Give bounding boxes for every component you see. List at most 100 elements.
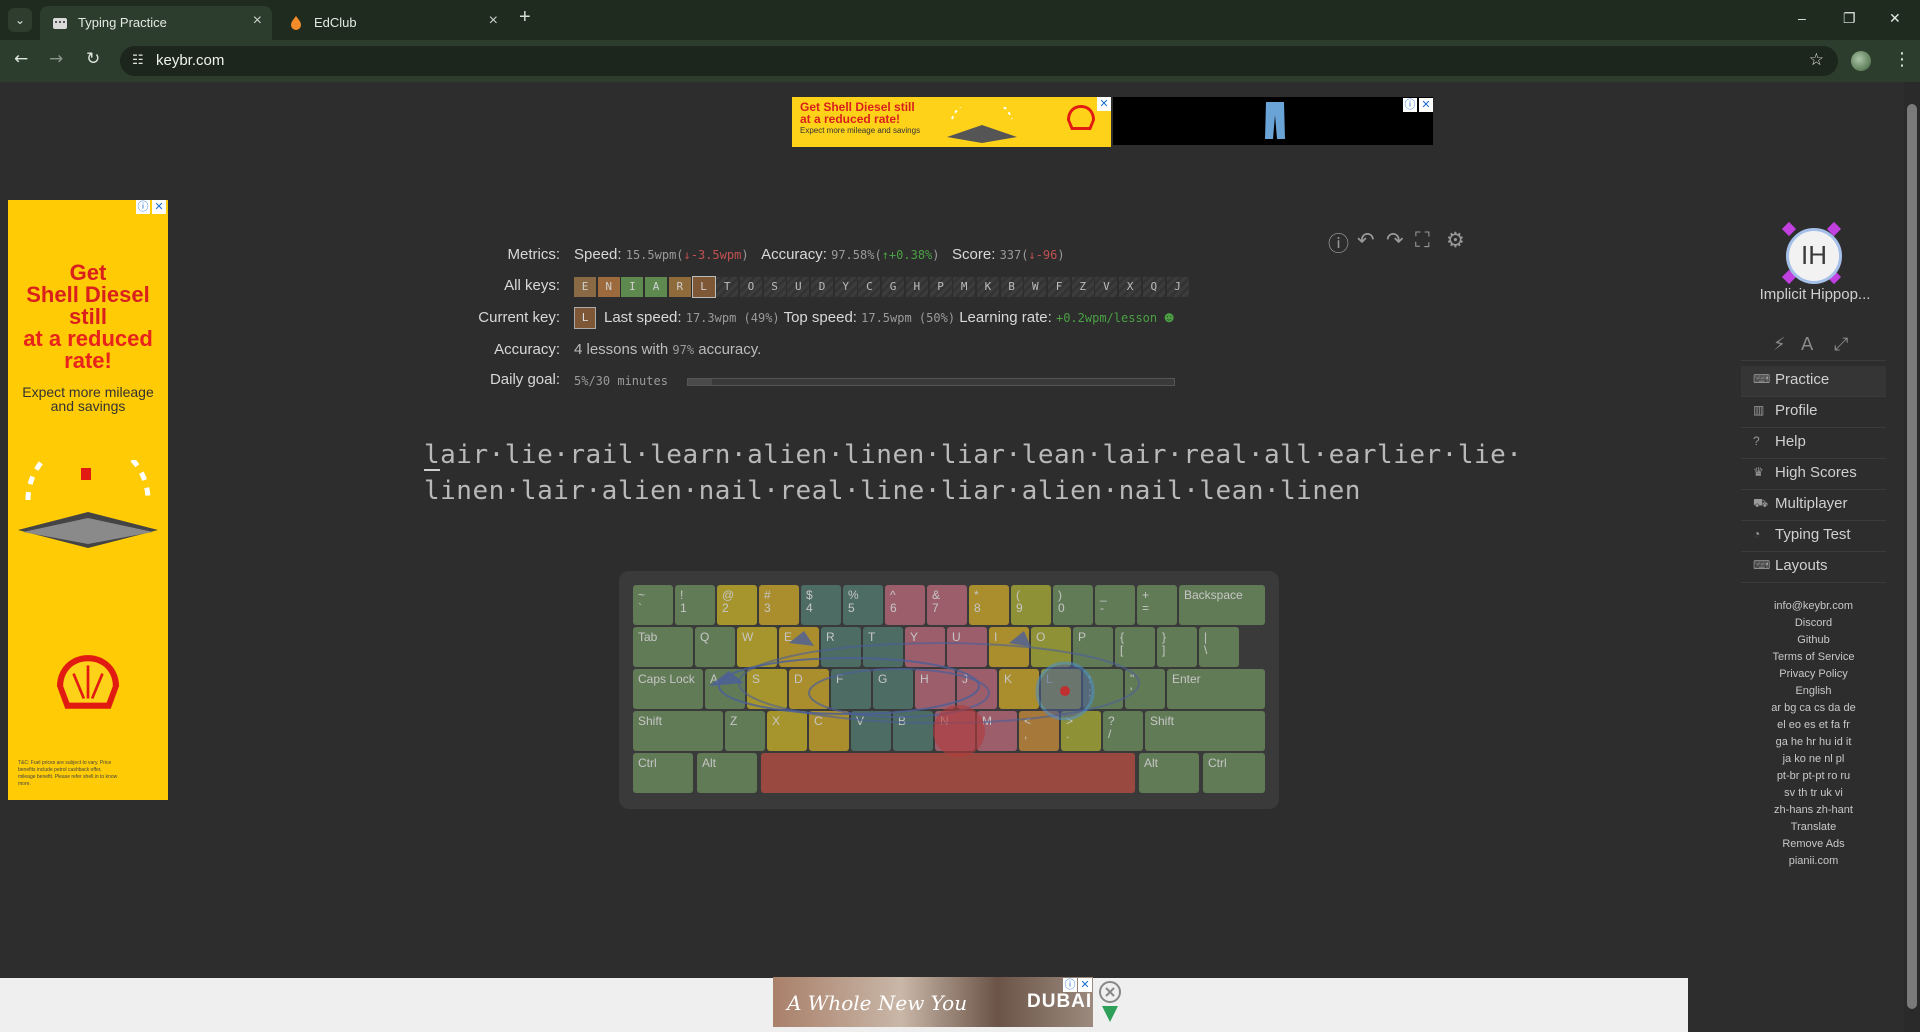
help-icon[interactable]: ⓘ [1328,228,1349,258]
tab-title: Typing Practice [78,15,167,30]
speed-label: Speed: [574,246,622,263]
url-text[interactable]: keybr.com [156,52,224,69]
key-q: Q [1142,277,1165,297]
footer-link[interactable]: English [1741,685,1886,697]
bookmark-star-icon[interactable]: ☆ [1809,50,1824,70]
maximize-button[interactable]: ❐ [1843,10,1856,27]
sidebar-item-practice[interactable]: ⌨ Practice [1741,366,1886,397]
sidebar-item-label: High Scores [1775,464,1857,481]
sidebar-item-multiplayer[interactable]: ⛟ Multiplayer [1741,490,1886,521]
user-avatar[interactable]: IH [1786,228,1842,284]
back-arrow-icon[interactable]: ← [14,49,28,69]
chart-icon: ▥ [1753,403,1765,417]
sidebar-item-high-scores[interactable]: ♛ High Scores [1741,459,1886,490]
footer-link[interactable]: Terms of Service [1741,651,1886,663]
ad-close-icon[interactable]: ✕ [1097,97,1111,111]
ad-subtext: Expect more mileage and savings [800,126,921,135]
gauge-icon: ◔ [1753,527,1761,541]
address-bar[interactable]: ☷ keybr.com ☆ [120,46,1838,76]
ad-close-icon[interactable]: ✕ [1078,978,1092,992]
gear-icon[interactable]: ⚙ [1446,228,1465,252]
redo-icon[interactable]: ↷ [1386,228,1404,252]
car-icon: ⛟ [1753,496,1769,510]
ad-choices-icon[interactable] [1096,980,1124,1024]
ad-fine-print: T&C: Fuel prices are subject to vary. Pr… [18,760,118,787]
ad-banner-shell-left[interactable]: ⓘ ✕ Get Shell Diesel still at a reduced … [8,200,168,800]
new-tab-button[interactable]: + [519,6,531,29]
learning-rate-value: +0.2wpm/lesson [1055,311,1158,325]
footer-link[interactable]: zh-hans zh-hant [1741,804,1886,816]
score-delta: ↓-96 [1028,248,1058,262]
footer-link[interactable]: el eo es et fa fr [1741,719,1886,731]
expand-icon[interactable]: ⤢ [1834,334,1848,355]
speed-delta: ↓-3.5wpm [683,248,742,262]
ad-headline-line: at a reduced rate! [800,112,901,126]
footer-link[interactable]: info@keybr.com [1741,600,1886,612]
tab-edclub[interactable]: EdClub × [276,6,508,40]
forward-arrow-icon[interactable]: → [49,49,63,69]
ad-close-icon[interactable]: ✕ [152,200,166,214]
footer-link[interactable]: pianii.com [1741,855,1886,867]
user-name[interactable]: Implicit Hippop... [1752,286,1878,303]
lesson-text-line-2[interactable]: linen·lair·alien·nail·real·line·liar·ali… [424,476,1361,506]
theme-toggle-icon[interactable]: ⚡ [1773,334,1786,355]
accuracy-delta: ↑+0.38% [881,248,933,262]
key-b: B [1000,277,1023,297]
reload-icon[interactable]: ↻ [86,49,100,69]
sidebar-item-profile[interactable]: ▥ Profile [1741,397,1886,428]
tab-title: EdClub [314,15,357,30]
key-e: E [574,277,596,297]
fuel-gauge-icon [947,107,1017,143]
key-l: L [691,276,716,298]
page-scrollbar[interactable] [1904,82,1920,1032]
key-p: P [929,277,952,297]
sidebar-item-label: Typing Test [1775,526,1851,543]
ad-info-icon[interactable]: ⓘ [1403,98,1417,112]
undo-icon[interactable]: ↶ [1357,228,1375,252]
font-size-icon[interactable]: A [1801,334,1813,355]
minimize-button[interactable]: – [1798,10,1806,26]
sidebar-item-label: Practice [1775,371,1830,388]
footer-link[interactable]: sv th tr uk vi [1741,787,1886,799]
ad-line-red: rate! [64,348,112,373]
ad-info-icon[interactable]: ⓘ [1063,978,1077,992]
key-z: Z [1071,277,1094,297]
key-u: U [787,277,810,297]
ad-info-icon[interactable]: ⓘ [136,200,150,214]
last-speed-value: 17.3wpm (49%) [685,311,780,325]
close-tab-icon[interactable]: × [489,12,498,30]
accuracy-summary: 4 lessons with 97% accuracy. [574,341,761,358]
fullscreen-icon[interactable]: ⛶ [1415,228,1430,253]
sidebar-item-typing-test[interactable]: ◔ Typing Test [1741,521,1886,552]
key-v: V [1095,277,1118,297]
scrollbar-thumb[interactable] [1907,104,1917,1009]
site-info-icon[interactable]: ☷ [132,53,144,68]
browser-profile-avatar[interactable] [1851,51,1871,71]
daily-goal-value: 5%/30 minutes [574,374,668,388]
footer-link[interactable]: pt-br pt-pt ro ru [1741,770,1886,782]
close-window-button[interactable]: ✕ [1889,10,1901,27]
ad-banner-dubai[interactable]: A Whole New You DUBAI ⓘ ✕ [773,977,1093,1027]
sidebar-item-help[interactable]: ? Help [1741,428,1886,459]
footer-link[interactable]: ja ko ne nl pl [1741,753,1886,765]
footer-link[interactable]: ar bg ca cs da de [1741,702,1886,714]
tab-search-button[interactable]: ⌄ [8,8,32,32]
ad-close-icon[interactable]: ✕ [1419,98,1433,112]
tab-typing-practice[interactable]: Typing Practice × [40,6,272,40]
ad-line: Shell Diesel [26,282,150,307]
ad-banner-shell-top[interactable]: Get Shell Diesel still at a reduced rate… [792,97,1111,147]
sidebar-item-layouts[interactable]: ⌨ Layouts [1741,552,1886,583]
close-tab-icon[interactable]: × [253,12,262,30]
footer-link[interactable]: Privacy Policy [1741,668,1886,680]
fuel-gauge-icon [18,460,158,548]
footer-link[interactable]: Remove Ads [1741,838,1886,850]
key-w: W [1024,277,1047,297]
browser-menu-icon[interactable]: ⋮ [1893,49,1911,70]
key-o: O [739,277,762,297]
footer-link[interactable]: Translate [1741,821,1886,833]
footer-link[interactable]: ga he hr hu id it [1741,736,1886,748]
lesson-text-line-1[interactable]: lair·lie·rail·learn·alien·linen·liar·lea… [424,440,1522,470]
footer-link[interactable]: Github [1741,634,1886,646]
ad-banner-black[interactable]: ⓘ ✕ [1113,97,1433,145]
footer-link[interactable]: Discord [1741,617,1886,629]
